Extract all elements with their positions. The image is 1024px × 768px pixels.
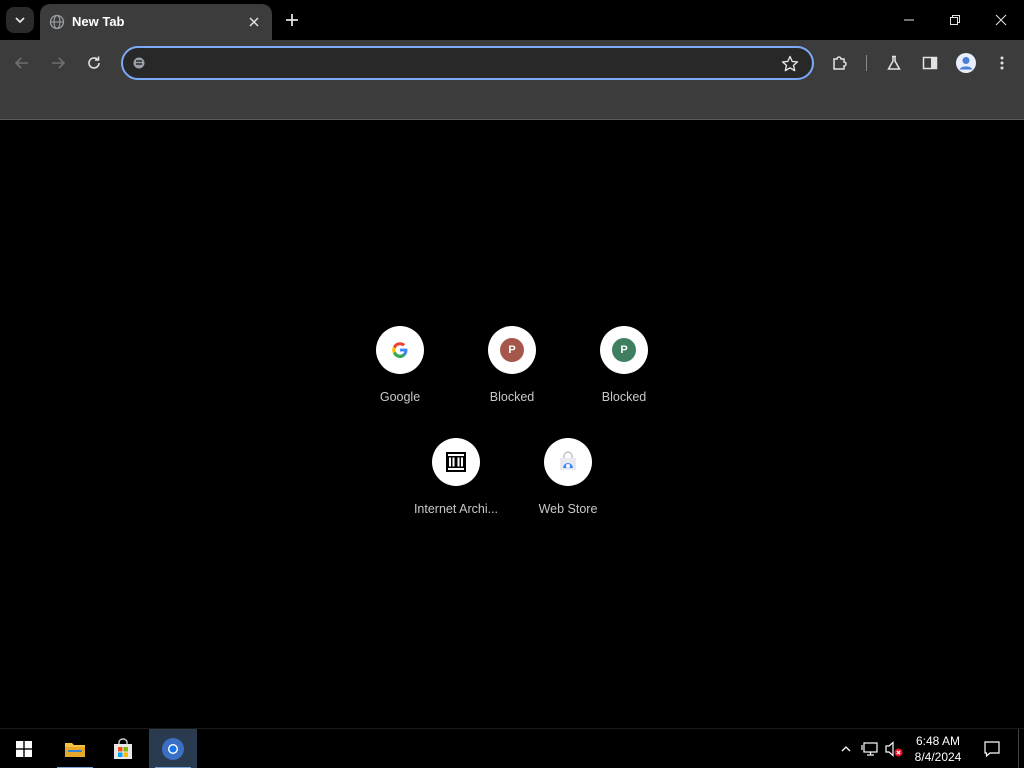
title-bar: New Tab — [0, 0, 1024, 40]
tray-volume[interactable] — [884, 739, 904, 759]
shortcut-tile — [376, 326, 424, 374]
tray-network[interactable] — [860, 739, 880, 759]
reload-button[interactable] — [80, 49, 108, 77]
tab-close-button[interactable] — [244, 12, 264, 32]
show-desktop-button[interactable] — [1018, 729, 1024, 768]
profile-button[interactable] — [952, 49, 980, 77]
shortcut-internet-archive[interactable]: Internet Archi... — [400, 438, 512, 538]
shortcut-tile: P — [488, 326, 536, 374]
globe-icon — [49, 14, 65, 30]
windows-taskbar: 6:48 AM 8/4/2024 — [0, 728, 1024, 768]
shortcut-tile — [544, 438, 592, 486]
more-vert-icon — [1000, 56, 1004, 70]
side-panel-icon — [922, 56, 938, 70]
shortcut-blocked-1[interactable]: P Blocked — [456, 326, 568, 426]
extensions-button[interactable] — [826, 49, 854, 77]
action-center-button[interactable] — [982, 739, 1002, 759]
shortcut-tile — [432, 438, 480, 486]
restore-icon — [950, 15, 960, 25]
tab-new-tab[interactable]: New Tab — [40, 4, 272, 40]
letter-p-icon: P — [612, 338, 636, 362]
shortcut-label: Blocked — [489, 390, 535, 404]
archive-building-icon — [446, 452, 466, 472]
back-button[interactable] — [8, 49, 36, 77]
close-icon — [995, 14, 1007, 26]
restore-button[interactable] — [932, 0, 978, 40]
bookmark-bar — [0, 86, 1024, 120]
avatar-icon — [956, 53, 976, 73]
shortcut-tile: P — [600, 326, 648, 374]
arrow-left-icon — [14, 57, 28, 69]
flask-icon — [887, 55, 901, 70]
clock-time: 6:48 AM — [915, 734, 961, 748]
chrome-page-icon — [133, 57, 145, 69]
taskbar-store[interactable] — [99, 729, 147, 768]
store-bag-icon — [114, 738, 132, 759]
address-bar[interactable] — [121, 46, 814, 80]
browser-toolbar — [0, 40, 1024, 86]
shortcut-label: Google — [379, 390, 421, 404]
shortcut-label: Internet Archi... — [413, 502, 499, 516]
reload-icon — [88, 56, 100, 69]
shortcut-label: Blocked — [601, 390, 647, 404]
tab-title: New Tab — [72, 14, 125, 29]
notification-icon — [984, 741, 1000, 758]
shortcut-google[interactable]: Google — [344, 326, 456, 426]
taskbar-clock[interactable]: 6:48 AM 8/4/2024 — [904, 733, 972, 765]
folder-icon — [65, 743, 85, 757]
clock-date: 8/4/2024 — [914, 750, 962, 764]
windows-logo-icon — [16, 741, 32, 757]
shortcut-label: Web Store — [538, 502, 598, 516]
arrow-right-icon — [52, 57, 66, 69]
new-tab-button[interactable] — [280, 8, 304, 32]
side-panel-button[interactable] — [916, 49, 944, 77]
volume-muted-icon — [885, 741, 903, 757]
forward-button[interactable] — [44, 49, 72, 77]
chevron-up-icon — [841, 746, 851, 752]
minimize-icon — [904, 19, 914, 21]
window-close-button[interactable] — [978, 0, 1024, 40]
labs-button[interactable] — [880, 49, 908, 77]
puzzle-icon — [833, 56, 847, 70]
tray-overflow-button[interactable] — [836, 739, 856, 759]
menu-button[interactable] — [988, 49, 1016, 77]
chrome-icon — [162, 738, 184, 760]
star-icon[interactable] — [780, 54, 800, 74]
network-icon — [861, 742, 878, 756]
letter-p-icon: P — [500, 338, 524, 362]
new-tab-page: Google P Blocked P Blocked Internet Arch… — [0, 121, 1024, 728]
plus-icon — [286, 14, 298, 26]
address-input[interactable] — [157, 54, 777, 74]
chevron-down-icon — [15, 17, 25, 24]
start-button[interactable] — [0, 729, 48, 768]
shortcut-web-store[interactable]: Web Store — [512, 438, 624, 538]
toolbar-separator — [866, 55, 867, 71]
google-g-icon — [392, 342, 408, 358]
web-store-icon — [560, 451, 576, 470]
minimize-button[interactable] — [886, 0, 932, 40]
close-icon — [249, 17, 259, 27]
taskbar-chrome[interactable] — [149, 729, 197, 768]
taskbar-file-explorer[interactable] — [51, 729, 99, 768]
tab-search-button[interactable] — [6, 7, 34, 33]
shortcut-blocked-2[interactable]: P Blocked — [568, 326, 680, 426]
